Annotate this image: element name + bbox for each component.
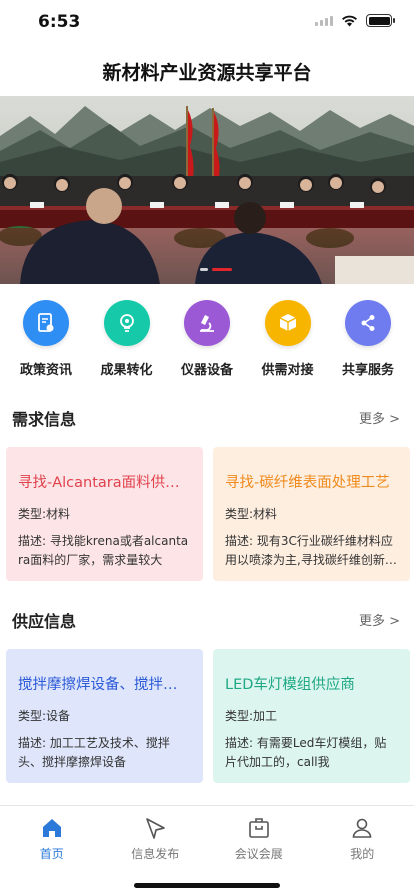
banner-pagination[interactable]	[200, 268, 232, 271]
battery-icon	[366, 14, 395, 27]
menu-policy-news[interactable]: 政策资讯	[6, 300, 86, 382]
banner-dot[interactable]	[200, 268, 208, 271]
demand-section-header: 需求信息 更多 >	[0, 406, 414, 430]
bulb-icon	[103, 300, 150, 346]
quick-menu: 政策资讯 成果转化 仪器设备 供需对接 共享服务	[0, 300, 414, 382]
status-time: 6:53	[38, 12, 81, 32]
banner-image	[0, 96, 414, 284]
menu-label: 成果转化	[100, 363, 153, 378]
card-desc: 描述: 现有3C行业碳纤维材料应用以喷漆为主,寻找碳纤维创新表面处理工艺	[225, 534, 397, 567]
home-icon	[42, 819, 61, 837]
card-type: 类型:材料	[18, 507, 71, 521]
wifi-icon	[342, 15, 357, 26]
tab-bar: 首页 信息发布 会议会展 我的	[0, 805, 414, 896]
banner-carousel[interactable]	[0, 96, 414, 284]
status-bar: 6:53	[0, 0, 414, 44]
supply-cards: 搅拌摩擦焊设备、搅拌摩擦焊工艺 类型:设备 描述: 加工工艺及技术、搅拌头、搅拌…	[6, 649, 410, 783]
tab-label: 信息发布	[131, 847, 180, 861]
demand-cards: 寻找-Alcantara面料供应商 类型:材料 描述: 寻找能krena或者al…	[6, 447, 410, 581]
card-type: 类型:设备	[18, 709, 71, 723]
demand-card[interactable]: 寻找-碳纤维表面处理工艺 类型:材料 描述: 现有3C行业碳纤维材料应用以喷漆为…	[213, 447, 410, 581]
menu-label: 仪器设备	[180, 363, 233, 378]
section-title: 需求信息	[12, 410, 77, 429]
demand-more-link[interactable]: 更多 >	[359, 408, 400, 427]
supply-more-link[interactable]: 更多 >	[359, 610, 400, 629]
user-icon	[352, 818, 372, 838]
card-title: LED车灯模组供应商	[225, 677, 355, 693]
tab-publish[interactable]: 信息发布	[115, 816, 195, 862]
tab-home[interactable]: 首页	[12, 816, 92, 862]
menu-label: 供需对接	[261, 363, 314, 378]
tab-mine[interactable]: 我的	[322, 816, 402, 862]
banner-dot-active[interactable]	[212, 268, 232, 271]
cellular-signal-icon	[315, 15, 333, 26]
card-type: 类型:加工	[225, 709, 278, 723]
supply-card[interactable]: 搅拌摩擦焊设备、搅拌摩擦焊工艺 类型:设备 描述: 加工工艺及技术、搅拌头、搅拌…	[6, 649, 203, 783]
briefcase-icon	[248, 818, 269, 838]
home-indicator	[134, 883, 280, 888]
menu-supply-demand[interactable]: 供需对接	[248, 300, 328, 382]
menu-shared-services[interactable]: 共享服务	[328, 300, 408, 382]
tab-label: 会议会展	[234, 847, 283, 861]
tab-meetings[interactable]: 会议会展	[219, 816, 299, 862]
share-icon	[345, 300, 391, 346]
card-desc: 描述: 寻找能krena或者alcantara面料的厂家，需求量较大	[18, 534, 189, 567]
menu-instruments[interactable]: 仪器设备	[167, 300, 247, 382]
supply-card[interactable]: LED车灯模组供应商 类型:加工 描述: 有需要Led车灯模组，贴片代加工的，c…	[213, 649, 410, 783]
policy-news-icon	[23, 300, 69, 346]
card-title: 寻找-碳纤维表面处理工艺	[225, 475, 390, 491]
card-desc: 描述: 有需要Led车灯模组，贴片代加工的，call我	[225, 736, 387, 769]
section-title: 供应信息	[12, 612, 77, 631]
microscope-icon	[184, 300, 230, 346]
tab-label: 首页	[39, 847, 64, 861]
box-icon	[264, 300, 311, 346]
menu-label: 共享服务	[341, 363, 394, 378]
card-title: 寻找-Alcantara面料供应商	[18, 475, 191, 491]
send-icon	[146, 818, 166, 839]
supply-section-header: 供应信息 更多 >	[0, 608, 414, 632]
card-desc: 描述: 加工工艺及技术、搅拌头、搅拌摩擦焊设备	[18, 736, 170, 769]
tab-label: 我的	[350, 847, 375, 861]
menu-label: 政策资讯	[19, 363, 72, 378]
menu-achievement-transfer[interactable]: 成果转化	[87, 300, 167, 382]
demand-card[interactable]: 寻找-Alcantara面料供应商 类型:材料 描述: 寻找能krena或者al…	[6, 447, 203, 581]
card-type: 类型:材料	[225, 507, 278, 521]
status-indicators	[315, 14, 395, 27]
page-title: 新材料产业资源共享平台	[102, 62, 312, 84]
card-title: 搅拌摩擦焊设备、搅拌摩擦焊工艺	[18, 677, 191, 693]
